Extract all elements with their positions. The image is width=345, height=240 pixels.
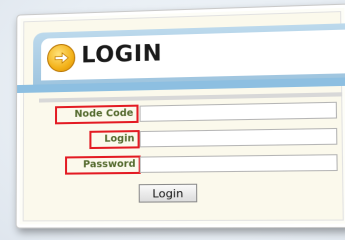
node-code-field[interactable] xyxy=(139,101,338,122)
screenshot-scene: LOGIN Node Code Login Password Login xyxy=(0,0,345,240)
login-field[interactable] xyxy=(139,127,338,148)
password-field[interactable] xyxy=(139,154,338,173)
login-button[interactable]: Login xyxy=(138,183,198,203)
login-card: LOGIN Node Code Login Password Login xyxy=(15,3,345,229)
node-code-label: Node Code xyxy=(55,104,139,125)
password-label: Password xyxy=(65,155,141,175)
page-title: LOGIN xyxy=(81,41,163,69)
login-label: Login xyxy=(89,130,140,150)
